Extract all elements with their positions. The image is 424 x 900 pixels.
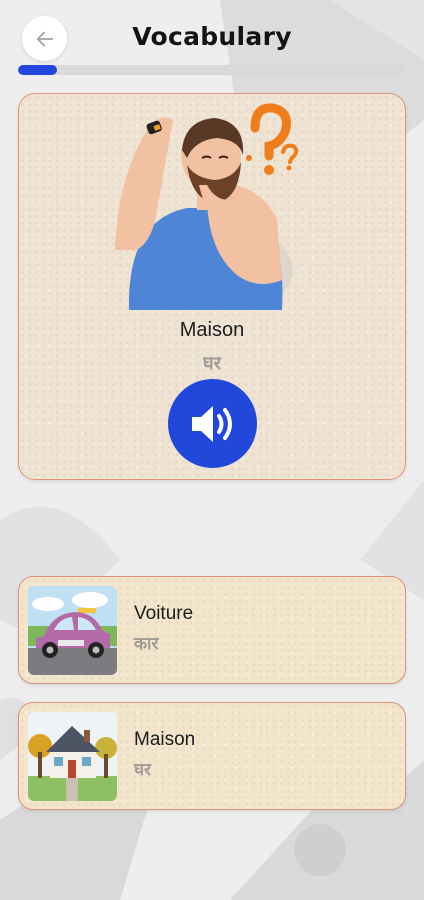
confused-man-illustration — [107, 100, 307, 318]
flashcard: Maison घर — [18, 93, 406, 480]
play-audio-button[interactable] — [168, 379, 257, 468]
list-item-translation: कार — [134, 634, 159, 654]
vocab-list-item-voiture[interactable]: Voiture कार — [18, 576, 406, 684]
translation-label: घर — [203, 353, 221, 374]
car-image — [28, 586, 117, 675]
header: Vocabulary — [0, 0, 424, 61]
house-image — [28, 712, 117, 801]
vocab-list-item-maison[interactable]: Maison घर — [18, 702, 406, 810]
word-label: Maison — [179, 319, 245, 341]
list-item-translation: घर — [134, 760, 151, 780]
list-item-word: Voiture — [134, 603, 194, 624]
progress-fill — [18, 65, 57, 75]
list-item-word: Maison — [134, 729, 196, 750]
progress-bar — [18, 65, 406, 75]
page-title: Vocabulary — [132, 22, 292, 51]
speaker-volume-icon — [191, 405, 232, 442]
